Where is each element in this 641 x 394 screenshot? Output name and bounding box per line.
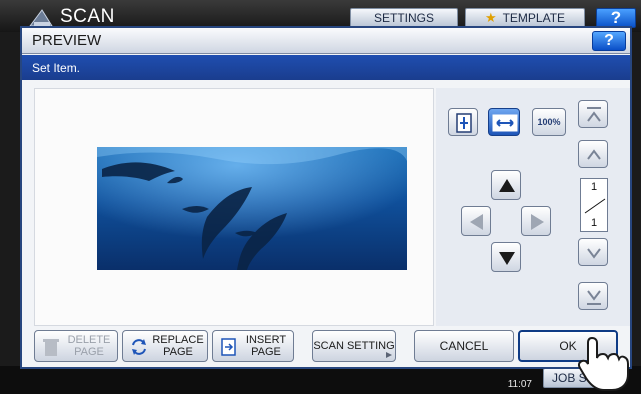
first-page-button[interactable] — [578, 100, 608, 128]
delete-page-label: DELETE PAGE — [67, 334, 111, 358]
replace-icon — [132, 339, 146, 355]
insert-page-label: INSERT PAGE — [245, 334, 287, 358]
settings-button[interactable]: SETTINGS — [350, 8, 458, 28]
chevron-down-icon — [587, 248, 601, 259]
star-icon: ★ — [484, 10, 497, 25]
pan-up-button[interactable] — [491, 170, 521, 200]
app-title: SCAN — [60, 6, 115, 27]
caret-right-icon — [386, 352, 392, 358]
insert-page-icon — [221, 338, 236, 356]
clock-time: 11:07 — [507, 379, 532, 390]
first-page-icon — [587, 107, 601, 122]
zoom-100-button[interactable]: 100% — [532, 108, 566, 136]
arrow-right-icon — [531, 214, 544, 230]
insert-page-button[interactable]: INSERT PAGE — [212, 330, 294, 362]
template-label: TEMPLATE — [502, 11, 566, 25]
hand-pointer-icon — [578, 336, 629, 391]
clock-date — [472, 368, 532, 379]
replace-page-button[interactable]: REPLACE PAGE — [122, 330, 208, 362]
control-panel: 100% — [436, 88, 574, 326]
arrow-up-icon — [499, 179, 515, 192]
cancel-label: CANCEL — [439, 339, 489, 353]
template-button[interactable]: ★ TEMPLATE — [465, 8, 585, 28]
trash-icon — [43, 339, 59, 356]
clock: 11:07 — [472, 368, 532, 390]
fit-page-button[interactable] — [448, 108, 478, 136]
zoom-100-label: 100% — [537, 117, 561, 127]
total-pages: 1 — [590, 217, 598, 229]
last-page-button[interactable] — [578, 282, 608, 310]
replace-page-label: REPLACE PAGE — [152, 334, 204, 358]
next-page-button[interactable] — [578, 238, 608, 266]
scan-icon — [29, 9, 53, 27]
preview-image — [97, 147, 407, 270]
pan-down-button[interactable] — [491, 242, 521, 272]
preview-dialog: PREVIEW ? Set Item. 100% 1 1 DELETE PAGE… — [20, 26, 632, 369]
dialog-title: PREVIEW — [32, 32, 102, 49]
dialog-help-button[interactable]: ? — [592, 31, 626, 51]
arrow-left-icon — [470, 214, 483, 230]
previous-page-button[interactable] — [578, 140, 608, 168]
pan-left-button[interactable] — [461, 206, 491, 236]
message-bar: Set Item. — [22, 55, 630, 80]
last-page-icon — [587, 290, 601, 305]
scan-setting-button[interactable]: SCAN SETTING — [312, 330, 396, 362]
preview-area[interactable] — [34, 88, 434, 326]
pan-right-button[interactable] — [521, 206, 551, 236]
page-counter: 1 1 — [580, 178, 608, 232]
app-help-button[interactable]: ? — [596, 8, 636, 28]
dialog-title-bar: PREVIEW ? — [22, 28, 630, 54]
arrow-down-icon — [499, 252, 515, 265]
message-text: Set Item. — [32, 61, 81, 75]
fit-page-icon — [456, 113, 472, 133]
fit-width-button[interactable] — [488, 108, 520, 136]
fit-width-icon — [492, 114, 518, 132]
cancel-button[interactable]: CANCEL — [414, 330, 514, 362]
screen: SCAN SETTINGS ★ TEMPLATE ? 11:07 JOB S PR… — [0, 0, 641, 394]
scan-setting-label: SCAN SETTING — [313, 340, 395, 352]
delete-page-button[interactable]: DELETE PAGE — [34, 330, 118, 362]
chevron-up-icon — [587, 149, 601, 160]
